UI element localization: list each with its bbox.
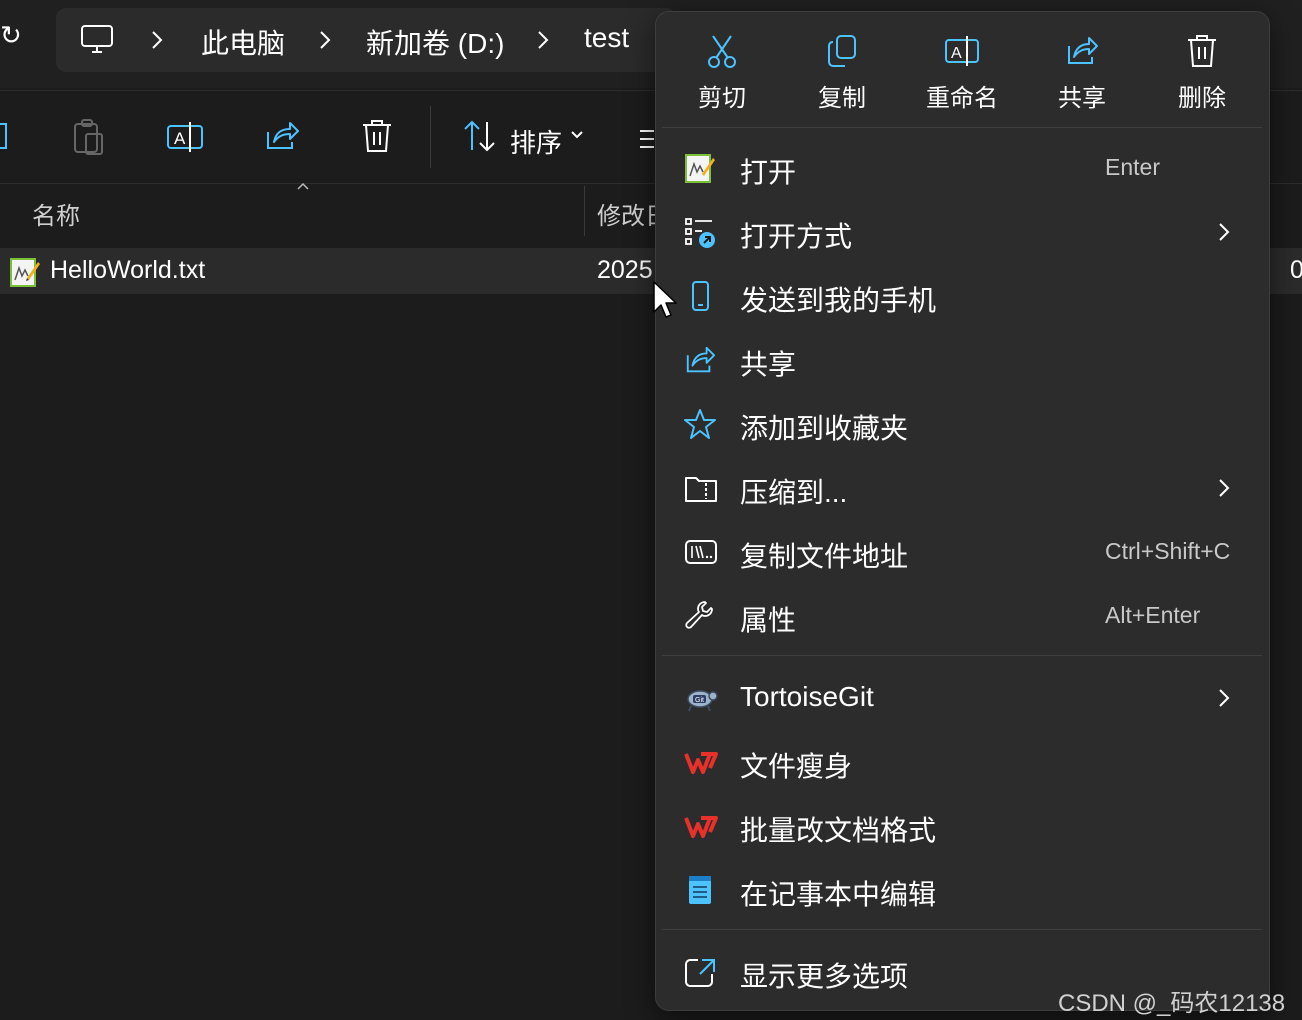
column-header-name[interactable]: 名称	[32, 196, 80, 231]
mouse-cursor-icon	[652, 280, 680, 320]
share-button[interactable]: 共享	[1032, 34, 1132, 118]
new-icon[interactable]	[0, 118, 10, 154]
file-name[interactable]: HelloWorld.txt	[50, 256, 205, 285]
delete-button[interactable]: 删除	[1152, 34, 1252, 118]
menu-separator	[662, 929, 1262, 930]
share-label: 共享	[1058, 85, 1106, 112]
menu-item-label: 属性	[740, 605, 797, 636]
refresh-icon[interactable]: ↻	[0, 20, 22, 51]
chevron-down-icon[interactable]	[570, 130, 584, 140]
menu-item-label: 复制文件地址	[740, 541, 909, 572]
cut-button[interactable]: 剪切	[672, 34, 772, 118]
more-options-icon	[684, 956, 718, 988]
notepad-file-icon	[684, 152, 716, 184]
sort-button[interactable]: 排序	[510, 123, 562, 160]
copy-path-icon	[684, 536, 718, 568]
view-icon[interactable]	[640, 128, 654, 150]
menu-item-label: 共享	[740, 349, 797, 380]
this-pc-icon[interactable]	[80, 24, 114, 56]
scissors-icon	[672, 34, 772, 68]
menu-item-label: 显示更多选项	[740, 961, 909, 992]
menu-item-batch-convert[interactable]: 批量改文档格式	[662, 796, 1262, 856]
delete-label: 删除	[1178, 85, 1226, 112]
chevron-right-icon	[1218, 477, 1230, 499]
menu-item-add-to-favorites[interactable]: 添加到收藏夹	[662, 394, 1262, 454]
copy-button[interactable]: 复制	[792, 34, 892, 118]
menu-item-label: 压缩到...	[740, 477, 848, 508]
star-icon	[684, 408, 716, 440]
copy-icon	[792, 34, 892, 68]
chevron-right-icon	[1218, 221, 1230, 243]
rename-label: 重命名	[926, 85, 998, 112]
file-type-cell: 0	[1290, 256, 1302, 284]
menu-item-share[interactable]: 共享	[662, 330, 1262, 390]
zip-folder-icon	[684, 472, 718, 504]
menu-item-open[interactable]: 打开 Enter	[662, 138, 1262, 198]
menu-separator	[662, 127, 1262, 128]
menu-item-label: 在记事本中编辑	[740, 879, 937, 910]
svg-text:A: A	[174, 129, 186, 148]
menu-item-label: 发送到我的手机	[740, 285, 937, 316]
paste-icon	[72, 118, 106, 156]
svg-text:Git: Git	[695, 697, 704, 704]
chevron-right-icon[interactable]	[318, 28, 332, 52]
rename-button[interactable]: A 重命名	[912, 34, 1012, 118]
watermark: CSDN @_码农12138	[1058, 990, 1286, 1017]
menu-item-label: TortoiseGit	[740, 681, 874, 712]
sort-indicator-icon	[296, 182, 310, 190]
share-icon[interactable]	[264, 118, 300, 154]
cut-label: 剪切	[698, 85, 746, 112]
menu-separator	[662, 655, 1262, 656]
chevron-right-icon	[1218, 687, 1230, 709]
menu-item-label: 打开方式	[740, 221, 853, 252]
menu-item-label: 添加到收藏夹	[740, 413, 909, 444]
breadcrumb-item-volume-d[interactable]: 新加卷 (D:)	[366, 22, 504, 62]
notepad-icon	[684, 874, 716, 906]
phone-icon	[684, 280, 716, 312]
copy-label: 复制	[818, 85, 866, 112]
rename-icon: A	[912, 34, 1012, 68]
breadcrumb-item-this-pc[interactable]: 此电脑	[201, 22, 285, 62]
wps-icon	[684, 746, 718, 778]
chevron-right-icon[interactable]	[536, 28, 550, 52]
shortcut-text: Enter	[1105, 154, 1160, 180]
menu-item-edit-in-notepad[interactable]: 在记事本中编辑	[662, 860, 1262, 920]
chevron-right-icon[interactable]	[150, 28, 164, 52]
breadcrumb-item-test[interactable]: test	[584, 22, 629, 54]
menu-item-send-to-phone[interactable]: 发送到我的手机	[662, 266, 1262, 326]
menu-item-open-with[interactable]: 打开方式	[662, 202, 1262, 262]
menu-item-label: 批量改文档格式	[740, 815, 937, 846]
column-divider[interactable]	[584, 186, 585, 236]
notepad-file-icon	[10, 256, 40, 288]
rename-icon[interactable]: A	[166, 118, 204, 156]
wrench-icon	[684, 600, 716, 632]
file-modified-date: 2025	[597, 256, 653, 284]
menu-item-label: 打开	[740, 157, 797, 188]
svg-text:A: A	[951, 45, 962, 62]
share-icon	[684, 344, 716, 376]
menu-item-properties[interactable]: 属性 Alt+Enter	[662, 586, 1262, 646]
shortcut-text: Ctrl+Shift+C	[1105, 538, 1231, 564]
toolbar-divider	[430, 106, 431, 168]
menu-item-label: 文件瘦身	[740, 751, 853, 782]
share-icon	[1032, 34, 1132, 68]
menu-item-copy-path[interactable]: 复制文件地址 Ctrl+Shift+C	[662, 522, 1262, 582]
menu-item-file-slim[interactable]: 文件瘦身	[662, 732, 1262, 792]
menu-item-compress-to[interactable]: 压缩到...	[662, 458, 1262, 518]
wps-icon	[684, 810, 718, 842]
shortcut-text: Alt+Enter	[1105, 602, 1201, 628]
trash-icon	[1152, 34, 1252, 68]
tortoisegit-icon: Git	[684, 682, 718, 714]
open-with-icon	[684, 216, 716, 248]
sort-icon[interactable]	[462, 118, 498, 154]
menu-item-tortoisegit[interactable]: Git TortoiseGit	[662, 668, 1262, 728]
trash-icon[interactable]	[360, 118, 394, 154]
